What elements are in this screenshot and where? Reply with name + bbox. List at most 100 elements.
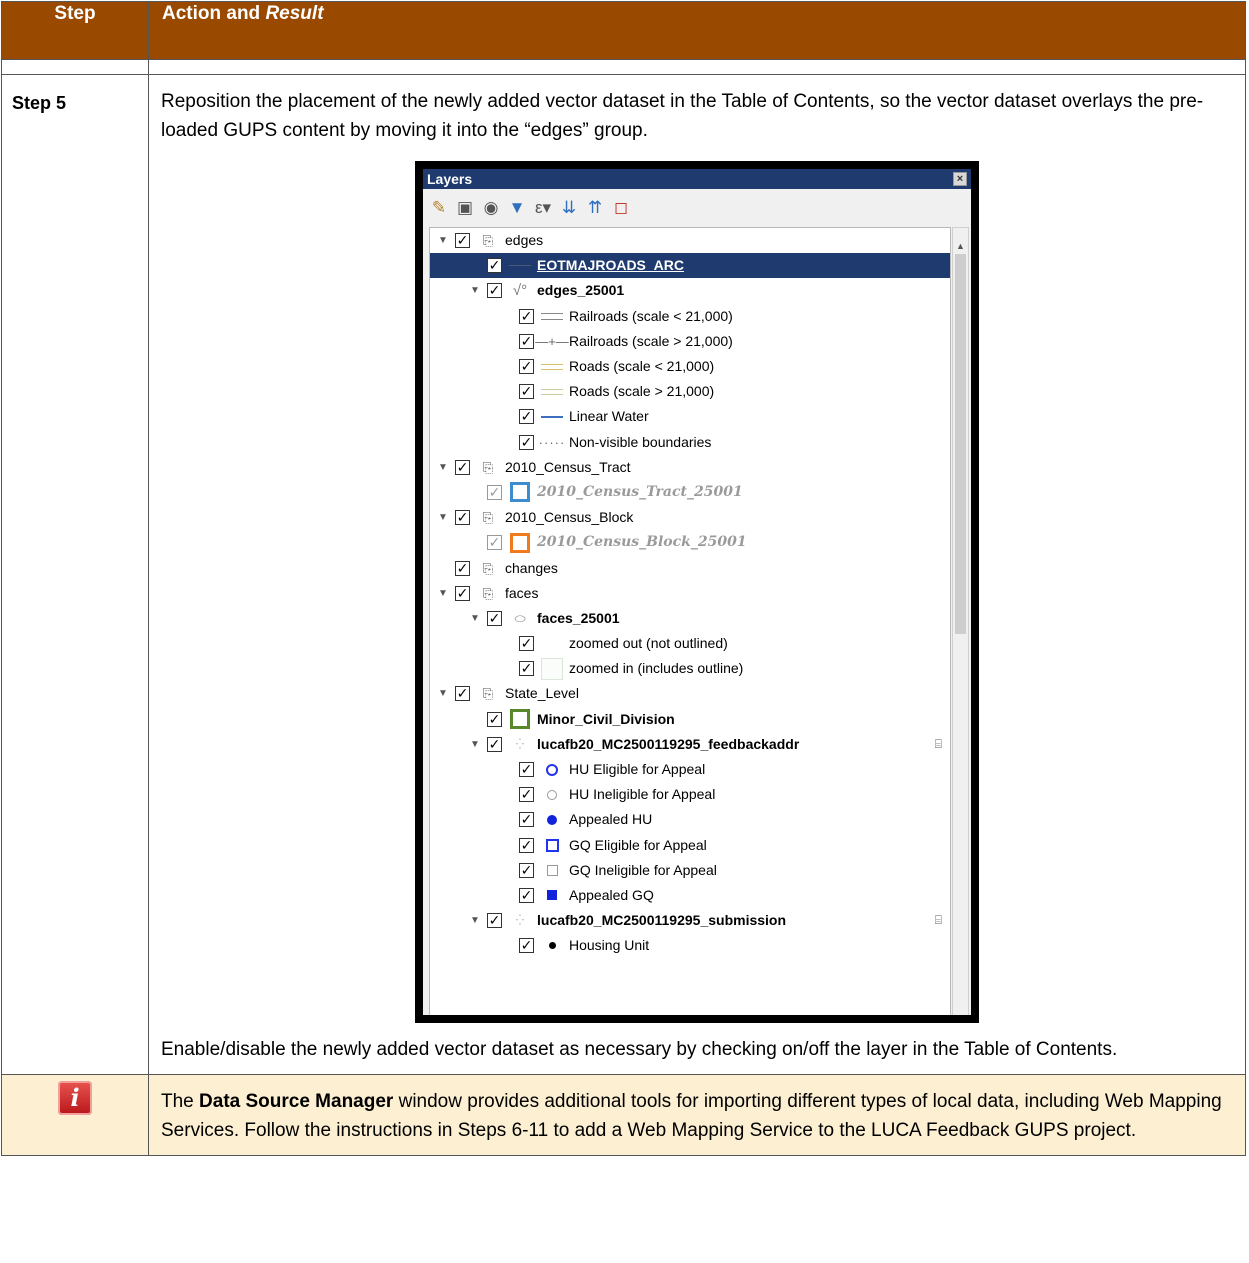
layer-visibility-checkbox[interactable]: ✓ xyxy=(519,434,534,450)
point-layer-icon: ⁛ xyxy=(516,915,524,927)
layer-tree-row[interactable]: ▼ ✓ √° edges_25001 xyxy=(430,278,950,303)
layer-visibility-checkbox[interactable]: ✓ xyxy=(455,510,470,526)
header-step: Step xyxy=(1,1,149,60)
layer-tree-row[interactable]: ✓ HU Eligible for Appeal xyxy=(430,757,950,782)
expand-arrow-icon[interactable]: ▼ xyxy=(468,604,482,633)
layer-visibility-checkbox[interactable]: ✓ xyxy=(519,384,534,400)
layer-visibility-checkbox[interactable]: ✓ xyxy=(519,762,534,778)
road-symbol-icon xyxy=(539,363,565,370)
expand-arrow-icon[interactable]: ▼ xyxy=(436,453,450,482)
close-icon[interactable]: × xyxy=(953,172,967,186)
add-group-icon[interactable]: ▣ xyxy=(455,197,475,219)
layer-tree-row[interactable]: ✓ zoomed in (includes outline) xyxy=(430,656,950,681)
expand-arrow-icon[interactable]: ▼ xyxy=(468,276,482,305)
note-bold: Data Source Manager xyxy=(199,1091,394,1112)
line-symbol-icon xyxy=(507,265,533,267)
circle-symbol-icon xyxy=(539,789,565,800)
group-icon: ⎘ xyxy=(482,459,494,475)
layer-tree-row[interactable]: ✓ ⎘ changes xyxy=(430,555,950,580)
layer-tree-row[interactable]: ✓ ····· Non-visible boundaries xyxy=(430,430,950,455)
layer-tree-row[interactable]: ✓ Roads (scale > 21,000) xyxy=(430,379,950,404)
expand-all-icon[interactable]: ⇊ xyxy=(559,197,579,219)
railroad-symbol-icon xyxy=(539,312,565,320)
polygon-symbol-icon xyxy=(507,482,533,503)
layer-tree-row[interactable]: ✓ Linear Water xyxy=(430,404,950,429)
expand-arrow-icon[interactable]: ▼ xyxy=(468,906,482,935)
expression-filter-icon[interactable]: ε▾ xyxy=(533,197,553,219)
embedded-layer-icon: ⌸ xyxy=(934,913,942,928)
layers-panel-title-text: Layers xyxy=(427,171,473,187)
layer-visibility-checkbox[interactable]: ✓ xyxy=(519,409,534,425)
layer-tree-row[interactable]: ✓ GQ Ineligible for Appeal xyxy=(430,858,950,883)
layer-tree-row[interactable]: ✓ zoomed out (not outlined) xyxy=(430,631,950,656)
layer-tree-row[interactable]: ✓ Appealed GQ xyxy=(430,883,950,908)
layer-visibility-checkbox[interactable]: ✓ xyxy=(487,258,502,274)
expand-arrow-icon[interactable]: ▼ xyxy=(436,228,450,255)
layer-tree-row[interactable]: ✓ —+— Railroads (scale > 21,000) xyxy=(430,329,950,354)
layer-tree-row[interactable]: ✓ Minor_Civil_Division xyxy=(430,707,950,732)
expand-arrow-icon[interactable]: ▼ xyxy=(468,730,482,759)
header-action: Action and Result xyxy=(148,1,1246,60)
layer-visibility-checkbox[interactable]: ✓ xyxy=(487,711,502,727)
layer-visibility-checkbox[interactable]: ✓ xyxy=(519,862,534,878)
layer-tree-row[interactable]: ✓ EOTMAJROADS_ARC xyxy=(430,253,950,279)
square-symbol-icon xyxy=(539,890,565,901)
eye-icon[interactable]: ◉ xyxy=(481,197,501,219)
collapse-all-icon[interactable]: ⇈ xyxy=(585,197,605,219)
layer-tree-row[interactable]: ▼ ✓ ⎘ State_Level xyxy=(430,681,950,706)
layer-tree-row[interactable]: ▼ ✓ ⁛ lucafb20_MC2500119295_submission ⌸ xyxy=(430,908,950,933)
style-brush-icon[interactable]: ✎ xyxy=(429,197,449,219)
instruction-table: Step Action and Result Step 5 Reposition… xyxy=(1,1,1246,1156)
layer-tree-row[interactable]: ✓ Housing Unit xyxy=(430,933,950,958)
layer-visibility-checkbox[interactable]: ✓ xyxy=(487,535,502,551)
expand-arrow-icon[interactable]: ▼ xyxy=(436,503,450,532)
layers-toolbar: ✎ ▣ ◉ ▼ ε▾ ⇊ ⇈ ◻ xyxy=(423,189,971,227)
layer-visibility-checkbox[interactable]: ✓ xyxy=(487,484,502,500)
vertical-scrollbar[interactable]: ▲ xyxy=(952,227,969,1015)
layer-visibility-checkbox[interactable]: ✓ xyxy=(519,308,534,324)
layer-visibility-checkbox[interactable]: ✓ xyxy=(487,610,502,626)
remove-layer-icon[interactable]: ◻ xyxy=(611,197,631,219)
layer-visibility-checkbox[interactable]: ✓ xyxy=(519,661,534,677)
layer-tree-row[interactable]: ▼ ✓ ⎘ 2010_Census_Block xyxy=(430,505,950,530)
note-icon-cell: i xyxy=(1,1074,149,1156)
layer-visibility-checkbox[interactable]: ✓ xyxy=(487,283,502,299)
layer-visibility-checkbox[interactable]: ✓ xyxy=(519,938,534,954)
layer-visibility-checkbox[interactable]: ✓ xyxy=(519,359,534,375)
scrollbar-thumb[interactable] xyxy=(955,254,966,634)
layer-tree-row[interactable]: ✓ GQ Eligible for Appeal xyxy=(430,833,950,858)
layer-tree-row[interactable]: ✓ 2010_Census_Block_25001 xyxy=(430,530,950,555)
layer-visibility-checkbox[interactable]: ✓ xyxy=(455,560,470,576)
layer-tree-row[interactable]: ▼ ✓ ⬭ faces_25001 xyxy=(430,606,950,631)
layer-visibility-checkbox[interactable]: ✓ xyxy=(519,812,534,828)
square-symbol-icon xyxy=(539,838,565,852)
layer-tree-row[interactable]: ✓ 2010_Census_Tract_25001 xyxy=(430,480,950,505)
polygon-symbol-icon xyxy=(539,657,565,680)
layer-visibility-checkbox[interactable]: ✓ xyxy=(519,333,534,349)
layer-visibility-checkbox[interactable]: ✓ xyxy=(455,233,470,249)
layer-tree-row[interactable]: ✓ Railroads (scale < 21,000) xyxy=(430,304,950,329)
layer-tree-row[interactable]: ▼ ✓ ⎘ faces xyxy=(430,581,950,606)
layer-visibility-checkbox[interactable]: ✓ xyxy=(519,787,534,803)
layer-tree-row[interactable]: ✓ Appealed HU xyxy=(430,807,950,832)
layer-visibility-checkbox[interactable]: ✓ xyxy=(455,459,470,475)
layer-visibility-checkbox[interactable]: ✓ xyxy=(519,837,534,853)
polygon-symbol-icon xyxy=(507,532,533,553)
table-header-row: Step Action and Result xyxy=(1,1,1246,60)
layer-visibility-checkbox[interactable]: ✓ xyxy=(519,636,534,652)
expand-arrow-icon[interactable]: ▼ xyxy=(436,579,450,608)
layer-tree-row[interactable]: ✓ Roads (scale < 21,000) xyxy=(430,354,950,379)
layer-tree-row[interactable]: ▼ ✓ ⎘ 2010_Census_Tract xyxy=(430,455,950,480)
layer-tree-row[interactable]: ✓ HU Ineligible for Appeal xyxy=(430,782,950,807)
layer-tree-row[interactable]: ▼ ✓ ⁛ lucafb20_MC2500119295_feedbackaddr ⌸ xyxy=(430,732,950,757)
expand-arrow-icon[interactable]: ▼ xyxy=(436,679,450,708)
layer-visibility-checkbox[interactable]: ✓ xyxy=(487,736,502,752)
layer-visibility-checkbox[interactable]: ✓ xyxy=(455,585,470,601)
layer-tree-row[interactable]: ▼ ✓ ⎘ edges xyxy=(430,228,950,253)
layer-visibility-checkbox[interactable]: ✓ xyxy=(487,913,502,929)
layers-panel: Layers × ✎ ▣ ◉ ▼ ε▾ ⇊ ⇈ ◻ ▼ ✓ ⎘ edges ✓ EOTMAJ… xyxy=(423,169,971,1015)
filter-icon[interactable]: ▼ xyxy=(507,197,527,219)
layer-visibility-checkbox[interactable]: ✓ xyxy=(519,887,534,903)
layer-visibility-checkbox[interactable]: ✓ xyxy=(455,686,470,702)
water-line-icon xyxy=(539,415,565,418)
